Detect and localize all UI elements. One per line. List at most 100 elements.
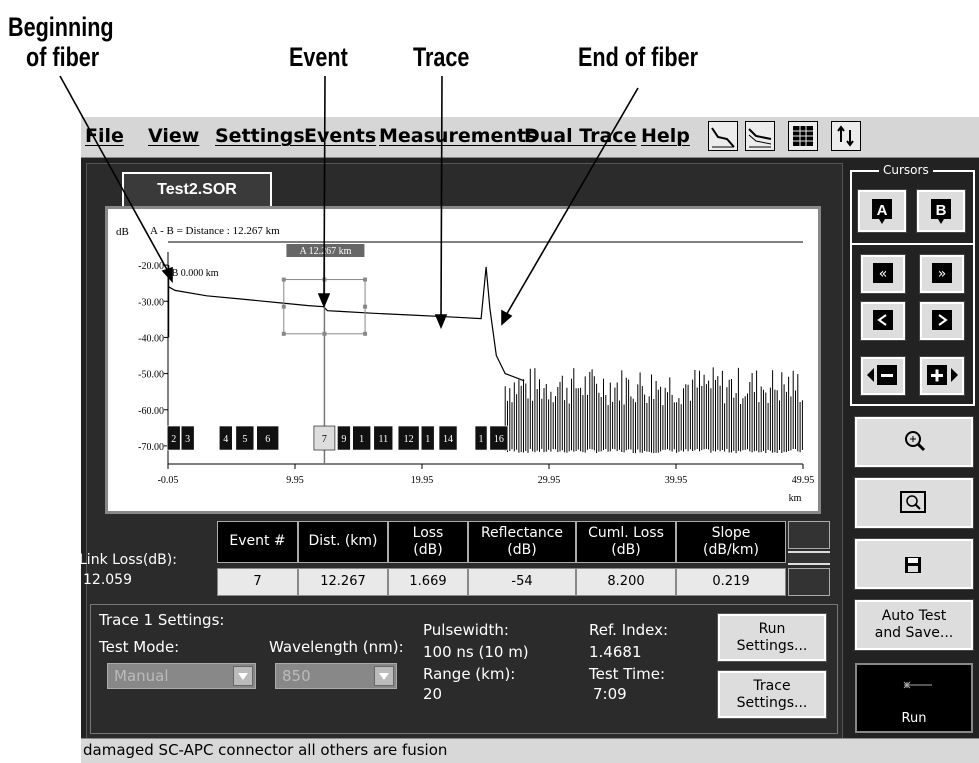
zoom-fit-button[interactable] bbox=[854, 477, 974, 529]
event-marker-label: 4 bbox=[223, 434, 228, 445]
menu-file[interactable]: File bbox=[85, 125, 124, 147]
menu-view[interactable]: View bbox=[148, 125, 199, 147]
event-marker-label: 12 bbox=[404, 434, 414, 445]
zoom-box-handle bbox=[322, 277, 327, 282]
zoom-out-horizontal-button[interactable] bbox=[860, 356, 906, 396]
event-marker-label: 14 bbox=[443, 434, 453, 445]
y-axis-label: dB bbox=[116, 226, 129, 238]
run-button[interactable]: Run bbox=[855, 663, 973, 733]
cell-cuml-loss[interactable]: 8.200 bbox=[576, 568, 676, 596]
cursor-a-letter: A bbox=[877, 202, 888, 219]
trace-view-icon[interactable] bbox=[708, 121, 738, 151]
otdr-plot[interactable]: dB A - B = Distance : 12.267 km -20.00 -3… bbox=[105, 206, 821, 514]
header-event-num: Event # bbox=[217, 521, 298, 563]
event-marker-label: 5 bbox=[242, 434, 247, 445]
swap-icon[interactable] bbox=[831, 121, 861, 151]
callout-beginning-line2: of fiber bbox=[26, 42, 100, 72]
range-value: 20 bbox=[423, 685, 443, 703]
step-left-button[interactable] bbox=[860, 301, 906, 341]
zoom-in-horizontal-button[interactable] bbox=[919, 356, 965, 396]
tab-test2-sor[interactable]: Test2.SOR bbox=[122, 172, 272, 206]
callout-beginning-line1: Beginning bbox=[8, 12, 114, 42]
menu-settings[interactable]: Settings bbox=[215, 125, 305, 147]
x-tick-label: 9.95 bbox=[286, 475, 304, 486]
noise-floor-trace bbox=[504, 367, 803, 454]
menu-dual-trace[interactable]: Dual Trace bbox=[524, 125, 636, 147]
fast-left-button[interactable]: « bbox=[860, 254, 906, 294]
test-mode-dropdown[interactable]: Manual bbox=[107, 663, 256, 689]
header-reflectance: Reflectance (dB) bbox=[468, 521, 576, 563]
cursor-divider bbox=[850, 243, 975, 245]
event-marker-label: 1 bbox=[479, 434, 484, 445]
x-tick-label: 49.95 bbox=[792, 475, 815, 486]
chevron-down-icon bbox=[233, 666, 253, 686]
otdr-trace-chart: dB A - B = Distance : 12.267 km -20.00 -3… bbox=[116, 225, 815, 504]
menu-help[interactable]: Help bbox=[641, 125, 690, 147]
y-tick-label: -50.00 bbox=[138, 370, 164, 381]
ref-index-value: 1.4681 bbox=[589, 643, 642, 661]
y-tick-label: -40.00 bbox=[138, 333, 164, 344]
table-grid-icon[interactable] bbox=[788, 121, 818, 151]
menu-bar: File View Settings Events Measurements D… bbox=[81, 117, 979, 158]
callout-trace: Trace bbox=[413, 42, 470, 72]
pulsewidth-value: 100 ns (10 m) bbox=[423, 643, 529, 661]
run-settings-button[interactable]: Run Settings... bbox=[717, 613, 827, 662]
distance-readout: A - B = Distance : 12.267 km bbox=[150, 225, 280, 237]
cell-loss[interactable]: 1.669 bbox=[388, 568, 468, 596]
save-button[interactable] bbox=[854, 538, 974, 590]
fiber-trace-line bbox=[168, 266, 525, 382]
event-marker-label: 11 bbox=[378, 434, 388, 445]
cursor-b-letter: B bbox=[936, 202, 947, 219]
trace-settings-button[interactable]: Trace Settings... bbox=[717, 670, 827, 719]
event-marker-label: 6 bbox=[265, 434, 270, 445]
cell-reflectance[interactable]: -54 bbox=[468, 568, 576, 596]
event-marker-label: 1 bbox=[359, 434, 364, 445]
zoom-box-handle bbox=[281, 304, 286, 309]
menu-measurements[interactable]: Measurements bbox=[379, 125, 537, 147]
cell-slope[interactable]: 0.219 bbox=[676, 568, 786, 596]
auto-test-save-button[interactable]: Auto Test and Save... bbox=[854, 599, 974, 651]
cell-dist[interactable]: 12.267 bbox=[298, 568, 388, 596]
wavelength-label: Wavelength (nm): bbox=[269, 638, 404, 656]
zoom-box-handle bbox=[363, 277, 368, 282]
y-tick-label: -70.00 bbox=[138, 442, 164, 453]
x-tick-label: 39.95 bbox=[665, 475, 688, 486]
pulsewidth-label: Pulsewidth: bbox=[423, 621, 509, 639]
step-right-button[interactable] bbox=[919, 301, 965, 341]
cell-event-num[interactable]: 7 bbox=[217, 568, 298, 596]
cursor-a-label: A 12.267 km bbox=[299, 246, 351, 257]
svg-text:»: » bbox=[938, 266, 947, 282]
table-scroll-up[interactable] bbox=[788, 521, 830, 549]
header-cuml-loss: Cuml. Loss (dB) bbox=[576, 521, 676, 563]
cursor-a-button[interactable]: A bbox=[857, 189, 907, 233]
cursor-b-label: B 0.000 km bbox=[172, 268, 219, 279]
event-marker-label: 16 bbox=[494, 434, 504, 445]
y-tick-label: -30.00 bbox=[138, 297, 164, 308]
zoom-box-handle bbox=[363, 331, 368, 336]
header-loss: Loss (dB) bbox=[388, 521, 468, 563]
zoom-box-handle bbox=[281, 331, 286, 336]
test-time-label: Test Time: bbox=[589, 665, 666, 683]
test-mode-label: Test Mode: bbox=[99, 638, 180, 656]
header-dist: Dist. (km) bbox=[298, 521, 388, 563]
zoom-in-button[interactable] bbox=[854, 416, 974, 468]
link-loss-value: 12.059 bbox=[83, 572, 132, 588]
menu-events[interactable]: Events bbox=[304, 125, 376, 147]
event-marker-label: 1 bbox=[425, 434, 430, 445]
callout-event: Event bbox=[289, 42, 348, 72]
run-button-label: Run bbox=[901, 711, 927, 726]
wavelength-dropdown[interactable]: 850 bbox=[275, 663, 397, 689]
link-loss-label: Link Loss(dB): bbox=[79, 552, 177, 568]
zoom-box-handle bbox=[322, 331, 327, 336]
table-scroll-thumb[interactable] bbox=[788, 551, 830, 565]
side-panel: Cursors A B « » Auto Test and Save... Ru… bbox=[846, 163, 979, 738]
settings-title: Trace 1 Settings: bbox=[99, 611, 225, 629]
multi-trace-icon[interactable] bbox=[745, 121, 775, 151]
range-label: Range (km): bbox=[423, 665, 516, 683]
status-text: damaged SC-APC connector all others are … bbox=[83, 741, 448, 759]
fast-right-button[interactable]: » bbox=[919, 254, 965, 294]
cursor-b-button[interactable]: B bbox=[916, 189, 966, 233]
test-time-value: 7:09 bbox=[593, 685, 627, 703]
zoom-box-handle bbox=[363, 304, 368, 309]
table-scroll-down[interactable] bbox=[788, 568, 830, 596]
